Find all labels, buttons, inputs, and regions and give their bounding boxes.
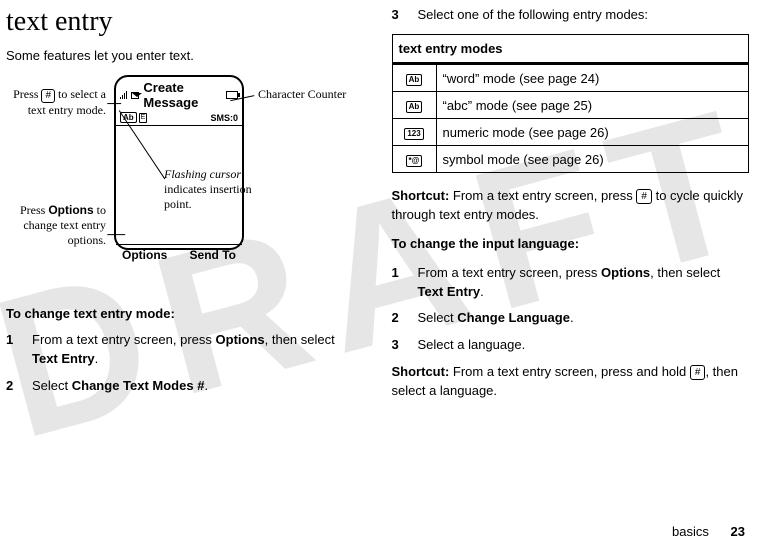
mode-icon-symbol: *@ <box>406 155 423 167</box>
step-text: Select a language. <box>418 336 526 355</box>
battery-icon <box>226 91 238 99</box>
mode-desc: numeric mode (see page 26) <box>436 119 749 146</box>
step-number: 3 <box>392 336 406 355</box>
right-column: 3 Select one of the following entry mode… <box>378 0 759 545</box>
annot-char-counter: Character Counter <box>258 87 348 102</box>
intro-text: Some features let you enter text. <box>6 48 364 63</box>
message-icon <box>131 92 139 99</box>
modes-table: text entry modes Ab “word” mode (see pag… <box>392 34 750 173</box>
lang-step-1: 1 From a text entry screen, press Option… <box>392 264 750 302</box>
ab-mode-indicator: Ab <box>120 112 137 123</box>
annot-text: Press <box>20 203 48 217</box>
step-3: 3 Select one of the following entry mode… <box>392 6 750 24</box>
annot-cursor: Flashing cursor indicates insertion poin… <box>164 167 274 212</box>
phone-status-row: Ab E SMS:0 <box>116 112 242 123</box>
annot-cursor-rest: indicates insertion point. <box>164 182 252 211</box>
hash-key-icon: # <box>690 365 706 380</box>
sms-counter: SMS:0 <box>210 113 238 123</box>
table-row: Ab “word” mode (see page 24) <box>392 64 749 92</box>
step-2: 2 Select Change Text Modes #. <box>6 377 364 396</box>
signal-icon <box>120 91 127 99</box>
phone-title: Create Message <box>143 80 222 110</box>
modes-table-header: text entry modes <box>392 35 749 64</box>
step-number: 3 <box>392 6 406 24</box>
hash-key-icon: # <box>636 189 652 204</box>
change-mode-heading: To change text entry mode: <box>6 305 364 323</box>
options-label: Options <box>48 203 93 217</box>
mode-icon-word: Ab <box>406 74 423 86</box>
entry-type-icon: E <box>139 113 148 123</box>
phone-title-row: Create Message <box>116 77 242 112</box>
mode-icon-abc: Ab <box>406 101 423 113</box>
annot-options: Press Options to change text entry optio… <box>6 203 106 248</box>
step-text: Select Change Text Modes #. <box>32 377 208 396</box>
phone-frame: Create Message Ab E SMS:0 Options Send T… <box>114 75 244 250</box>
lang-step-3: 3 Select a language. <box>392 336 750 355</box>
step-text: From a text entry screen, press Options,… <box>418 264 750 302</box>
step-number: 2 <box>6 377 20 396</box>
step-number: 1 <box>6 331 20 369</box>
shortcut-2: Shortcut: From a text entry screen, pres… <box>392 363 750 401</box>
mode-desc: “word” mode (see page 24) <box>436 64 749 92</box>
change-language-heading: To change the input language: <box>392 235 750 254</box>
table-row: *@ symbol mode (see page 26) <box>392 146 749 173</box>
annot-cursor-ital: Flashing cursor <box>164 167 241 181</box>
annot-text: Press <box>13 87 41 101</box>
softkey-left: Options <box>122 248 167 262</box>
step-text: Select Change Language. <box>418 309 574 328</box>
table-row: 123 numeric mode (see page 26) <box>392 119 749 146</box>
mode-desc: symbol mode (see page 26) <box>436 146 749 173</box>
table-row: Ab “abc” mode (see page 25) <box>392 92 749 119</box>
shortcut-1: Shortcut: From a text entry screen, pres… <box>392 187 750 225</box>
softkey-right: Send To <box>190 248 236 262</box>
left-column: text entry Some features let you enter t… <box>0 0 378 545</box>
step-number: 1 <box>392 264 406 302</box>
page: text entry Some features let you enter t… <box>0 0 759 545</box>
mode-icon-numeric: 123 <box>404 128 423 140</box>
step-text: Select one of the following entry modes: <box>418 6 649 24</box>
lang-step-2: 2 Select Change Language. <box>392 309 750 328</box>
annot-hash-key: Press # to select a text entry mode. <box>6 87 106 118</box>
phone-softkeys: Options Send To <box>116 244 242 265</box>
phone-diagram: Create Message Ab E SMS:0 Options Send T… <box>6 75 364 295</box>
mode-desc: “abc” mode (see page 25) <box>436 92 749 119</box>
step-1: 1 From a text entry screen, press Option… <box>6 331 364 369</box>
section-title: text entry <box>6 6 364 38</box>
step-text: From a text entry screen, press Options,… <box>32 331 364 369</box>
hash-key-icon: # <box>41 89 55 103</box>
step-number: 2 <box>392 309 406 328</box>
